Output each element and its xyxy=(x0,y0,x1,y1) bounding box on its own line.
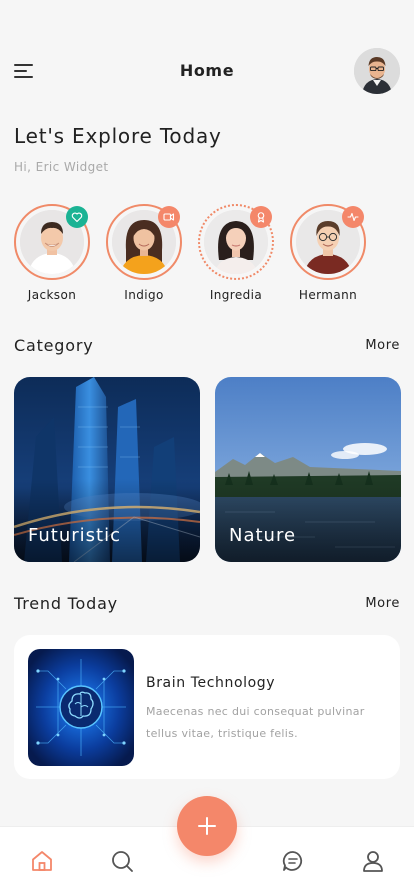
story-avatar-ring xyxy=(290,204,366,280)
home-icon[interactable] xyxy=(30,849,54,873)
stories-row: Jackson Indigo Ingredia Hermann xyxy=(0,204,414,304)
category-more-link[interactable]: More xyxy=(365,338,400,353)
story-name: Ingredia xyxy=(209,288,263,302)
trend-more-link[interactable]: More xyxy=(365,596,400,611)
story-avatar-ring xyxy=(14,204,90,280)
search-icon[interactable] xyxy=(110,849,134,873)
category-card-nature[interactable]: Nature xyxy=(215,377,401,562)
story-hermann[interactable]: Hermann xyxy=(282,204,374,302)
category-label: Futuristic xyxy=(28,525,121,546)
story-avatar-ring xyxy=(106,204,182,280)
story-name: Hermann xyxy=(298,288,358,302)
brain-technology-image xyxy=(28,649,134,766)
chat-icon[interactable] xyxy=(281,849,305,873)
video-camera-icon xyxy=(158,206,180,228)
story-name: Indigo xyxy=(124,288,164,302)
page-title: Home xyxy=(179,61,235,80)
story-jackson[interactable]: Jackson xyxy=(6,204,98,302)
story-name: Jackson xyxy=(27,288,77,302)
headline: Let's Explore Today xyxy=(14,124,222,148)
trend-card-title: Brain Technology xyxy=(146,675,276,691)
user-avatar[interactable] xyxy=(354,48,400,94)
top-bar: Home xyxy=(0,48,414,96)
heart-icon xyxy=(66,206,88,228)
category-card-futuristic[interactable]: Futuristic xyxy=(14,377,200,562)
plus-icon xyxy=(198,817,216,835)
story-indigo[interactable]: Indigo xyxy=(98,204,190,302)
category-title: Category xyxy=(14,336,94,355)
trend-title: Trend Today xyxy=(14,594,118,613)
category-label: Nature xyxy=(229,525,297,546)
story-ingredia[interactable]: Ingredia xyxy=(190,204,282,302)
greeting-text: Hi, Eric Widget xyxy=(14,160,109,174)
story-avatar-ring xyxy=(198,204,274,280)
trend-card-description: Maecenas nec dui consequat pulvinar tell… xyxy=(146,705,365,740)
profile-icon[interactable] xyxy=(361,849,385,873)
trend-card[interactable]: Brain Technology Maecenas nec dui conseq… xyxy=(14,635,400,779)
activity-icon xyxy=(342,206,364,228)
add-button[interactable] xyxy=(177,796,237,856)
award-icon xyxy=(250,206,272,228)
